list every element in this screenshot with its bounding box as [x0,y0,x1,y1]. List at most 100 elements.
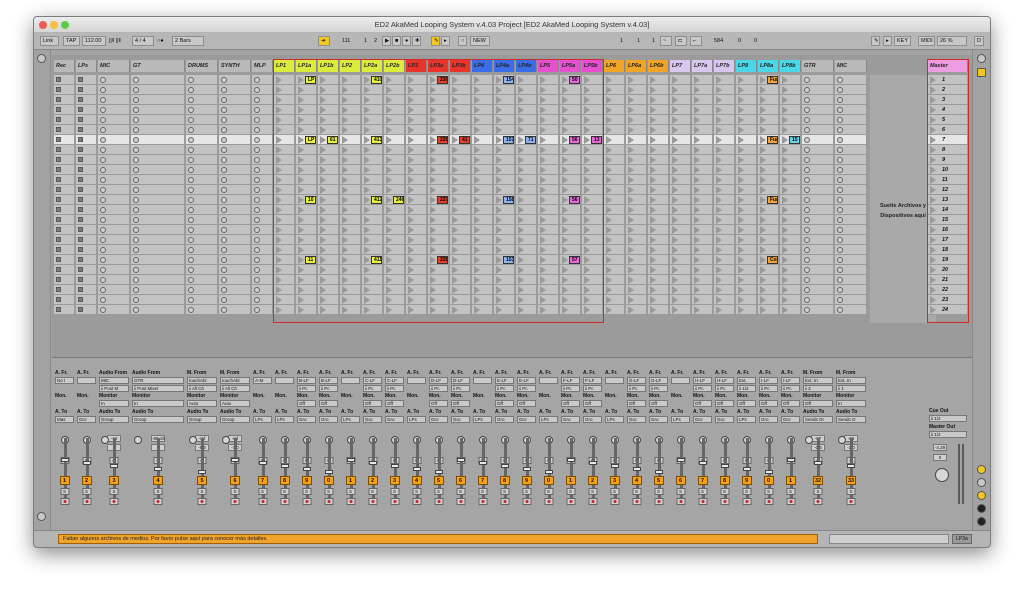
clip-play-icon[interactable] [364,286,370,294]
clip-play-icon[interactable] [606,236,612,244]
clip-play-icon[interactable] [430,256,436,264]
record-slot-icon[interactable] [254,277,260,283]
audio-clip[interactable]: 410 [371,76,382,84]
clip-play-icon[interactable] [364,106,370,114]
solo-button[interactable]: S [522,488,531,495]
metronome-icon[interactable]: ○● [157,37,164,45]
clip-slot[interactable] [428,115,448,125]
record-slot-icon[interactable] [188,137,194,143]
solo-button[interactable]: S [813,488,823,495]
clip-play-icon[interactable] [738,216,744,224]
clip-slot[interactable] [406,265,426,275]
arm-record-button[interactable] [390,498,399,505]
clip-slot[interactable] [252,185,272,195]
clip-slot[interactable] [406,245,426,255]
clip-play-icon[interactable] [342,176,348,184]
clip-slot[interactable] [450,75,470,85]
clip-play-icon[interactable] [672,76,678,84]
clip-slot[interactable] [670,115,690,125]
position-beat[interactable]: 1 [364,37,367,45]
clip-slot[interactable] [131,155,184,165]
record-slot-icon[interactable] [133,207,139,213]
clip-slot[interactable] [604,155,624,165]
clip-play-icon[interactable] [760,186,766,194]
record-slot-icon[interactable] [254,137,260,143]
clip-slot[interactable] [538,75,558,85]
clip-play-icon[interactable] [452,186,458,194]
clip-play-icon[interactable] [628,306,634,314]
clip-play-icon[interactable] [782,276,788,284]
clip-play-icon[interactable] [606,116,612,124]
clip-slot[interactable] [131,115,184,125]
clip-slot[interactable] [340,205,360,215]
clip-slot[interactable] [692,115,712,125]
clip-slot[interactable] [780,95,800,105]
clip-slot[interactable] [450,245,470,255]
clip-slot[interactable] [626,155,646,165]
clip-slot[interactable] [76,285,96,295]
clip-slot[interactable] [131,235,184,245]
clip-play-icon[interactable] [364,176,370,184]
clip-play-icon[interactable] [540,306,546,314]
clip-slot[interactable] [670,305,690,315]
monitor-select[interactable]: Off [561,400,580,407]
clip-play-icon[interactable] [562,196,568,204]
clip-play-icon[interactable] [628,296,634,304]
clip-play-icon[interactable] [628,266,634,274]
clip-slot[interactable] [98,135,129,145]
clip-slot[interactable] [835,175,866,185]
clip-slot[interactable] [582,145,602,155]
clip-play-icon[interactable] [518,76,524,84]
clip-slot[interactable] [780,85,800,95]
output-select[interactable]: Sends Or [803,416,833,423]
clip-slot[interactable] [494,95,514,105]
input-type-select[interactable]: C-LF [385,377,404,384]
monitor-select[interactable]: Auto [187,400,217,407]
clip-slot[interactable] [219,85,250,95]
input-channel-select[interactable]: ii All Ch [220,385,250,392]
clip-slot[interactable] [54,285,74,295]
clip-slot[interactable] [780,245,800,255]
clip-slot[interactable] [362,175,382,185]
clip-play-icon[interactable] [364,146,370,154]
clip-play-icon[interactable] [496,276,502,284]
scene-launch-icon[interactable] [930,186,936,194]
track-activator-button[interactable]: 8 [719,476,730,485]
clip-play-icon[interactable] [694,116,700,124]
clip-slot[interactable] [692,305,712,315]
clip-slot[interactable] [758,125,778,135]
clip-play-icon[interactable] [562,76,568,84]
clip-play-icon[interactable] [694,286,700,294]
clip-slot[interactable] [384,235,404,245]
record-slot-icon[interactable] [100,187,106,193]
clip-slot[interactable] [714,225,734,235]
monitor-select[interactable]: Off [363,400,382,407]
clip-stop-icon[interactable] [78,107,83,112]
clip-slot[interactable] [406,125,426,135]
clip-slot[interactable] [626,125,646,135]
clip-play-icon[interactable] [518,276,524,284]
clip-play-icon[interactable] [298,246,304,254]
clip-slot[interactable] [472,245,492,255]
record-slot-icon[interactable] [100,287,106,293]
solo-button[interactable]: S [764,488,773,495]
solo-button[interactable]: S [786,488,795,495]
clip-slot[interactable] [626,195,646,205]
clip-slot[interactable] [736,245,756,255]
clip-slot[interactable] [252,75,272,85]
clip-play-icon[interactable] [386,156,392,164]
clip-play-icon[interactable] [672,96,678,104]
arm-record-button[interactable] [720,498,729,505]
clip-stop-icon[interactable] [78,137,83,142]
clip-slot[interactable] [406,175,426,185]
clip-play-icon[interactable] [716,186,722,194]
monitor-select[interactable]: Off [451,400,470,407]
clip-play-icon[interactable] [408,236,414,244]
record-slot-icon[interactable] [100,197,106,203]
clip-slot[interactable] [516,75,536,85]
clip-play-icon[interactable] [716,136,722,144]
record-slot-icon[interactable] [254,107,260,113]
clip-play-icon[interactable] [650,86,656,94]
scene-slot[interactable]: 20 [928,265,967,275]
monitor-select[interactable]: Off [319,400,338,407]
